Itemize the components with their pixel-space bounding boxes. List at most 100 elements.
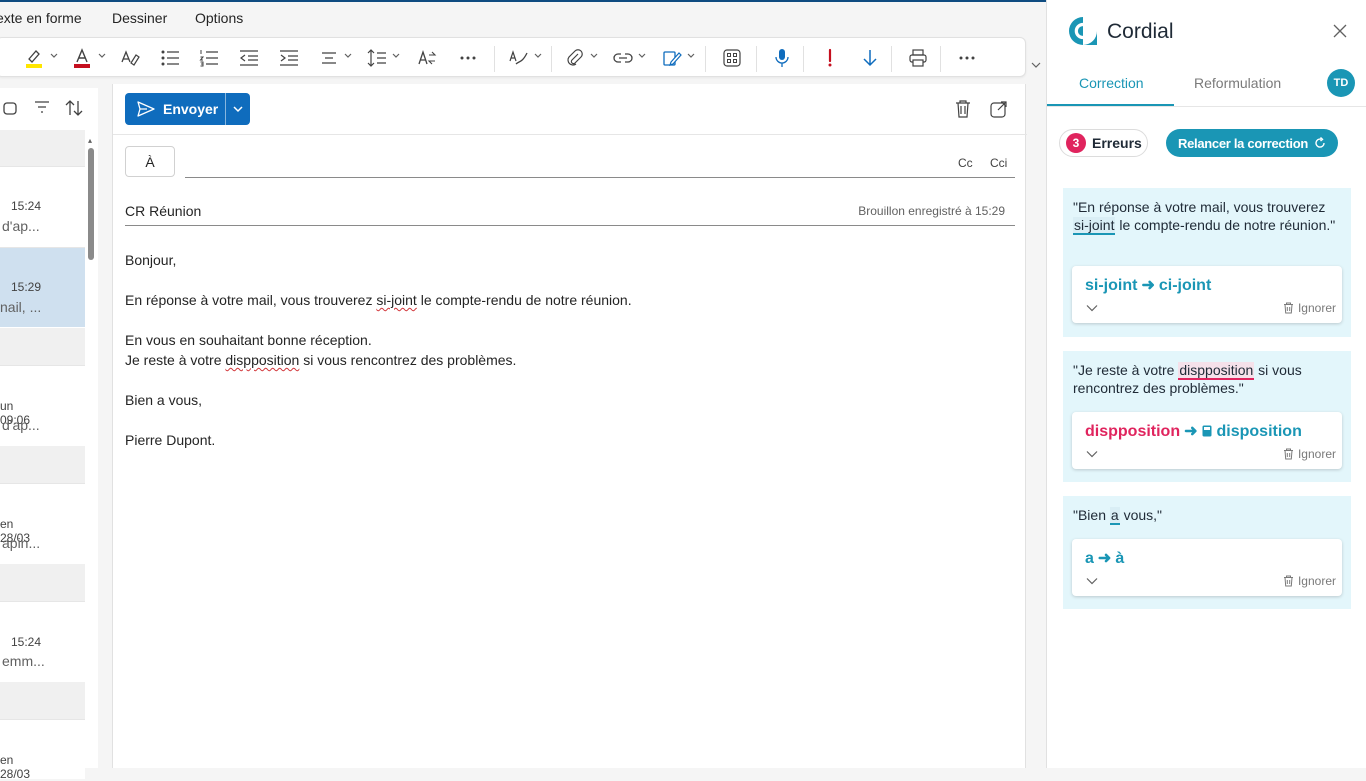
ribbon-toolbar	[0, 37, 1026, 77]
menu-draw[interactable]: Dessiner	[112, 10, 167, 26]
menu-options[interactable]: Options	[195, 10, 243, 26]
ribbon-divider	[494, 46, 495, 72]
cc-button[interactable]: Cc	[958, 156, 973, 170]
suggestion-box[interactable]: a ➜ à Ignorer	[1072, 539, 1342, 596]
subject-underline	[125, 225, 1015, 226]
styles-icon[interactable]	[416, 46, 438, 70]
apps-icon[interactable]	[721, 46, 743, 70]
chevron-down-icon[interactable]	[1086, 304, 1098, 312]
more-icon[interactable]	[457, 46, 479, 70]
ribbon-divider	[551, 46, 552, 72]
spelling-error[interactable]: si-joint	[376, 292, 416, 308]
chevron-down-icon[interactable]	[50, 52, 58, 60]
list-group-gap	[0, 446, 85, 483]
chevron-down-icon[interactable]	[534, 52, 542, 60]
to-field[interactable]	[185, 177, 1015, 178]
correction-card: "En réponse à votre mail, vous trouverez…	[1063, 188, 1351, 337]
trash-icon	[1283, 448, 1293, 460]
attach-icon[interactable]	[564, 46, 586, 70]
bullets-icon[interactable]	[159, 46, 181, 70]
list-item-preview: d'ap...	[2, 417, 40, 433]
ignore-button[interactable]: Ignorer	[1283, 301, 1336, 315]
chevron-down-icon[interactable]	[590, 52, 598, 60]
importance-icon[interactable]	[819, 46, 841, 70]
list-item-time: 15:29	[10, 280, 41, 294]
list-item-selected[interactable]: 15:29 nail, ...	[0, 247, 85, 327]
pop-out-icon[interactable]	[990, 100, 1008, 118]
send-button[interactable]: Envoyer	[125, 93, 225, 125]
signature-icon[interactable]	[661, 46, 683, 70]
body-signature: Pierre Dupont.	[125, 432, 216, 448]
dictate-icon[interactable]	[771, 46, 793, 70]
suggestion-text[interactable]: a ➜ à	[1085, 548, 1124, 568]
close-icon[interactable]	[1333, 24, 1347, 38]
rerun-correction-button[interactable]: Relancer la correction	[1166, 129, 1338, 157]
tab-correction[interactable]: Correction	[1079, 75, 1144, 91]
editor-icon[interactable]	[507, 46, 529, 70]
avatar[interactable]: TD	[1327, 69, 1355, 97]
list-item[interactable]: 15:24 d'ap...	[0, 166, 85, 246]
list-item-time: 15:24	[10, 635, 41, 649]
suggestion-text[interactable]: si-joint ➜ ci-joint	[1085, 275, 1211, 295]
chevron-down-icon[interactable]	[392, 52, 400, 60]
pane-divider	[98, 88, 112, 768]
body-line: En réponse à votre mail, vous trouverez …	[125, 292, 632, 308]
line-spacing-icon[interactable]	[366, 46, 388, 70]
outdent-icon[interactable]	[238, 46, 260, 70]
chevron-down-icon[interactable]	[1086, 450, 1098, 458]
list-item[interactable]: en 28/03	[0, 719, 85, 781]
overflow-icon[interactable]	[956, 46, 978, 70]
suggestion-box[interactable]: dispposition ➜ disposition Ignorer	[1072, 412, 1342, 469]
select-icon[interactable]	[2, 100, 18, 116]
clear-format-icon[interactable]	[119, 46, 141, 70]
dictionary-book-icon	[1202, 425, 1212, 437]
numbering-icon[interactable]	[198, 46, 220, 70]
message-list-scrollbar[interactable]	[88, 148, 94, 260]
list-item-time: en 28/03	[0, 753, 31, 781]
subject-field[interactable]: CR Réunion	[125, 203, 201, 219]
list-group-gap	[0, 564, 85, 601]
list-item[interactable]: en 28/03 apin...	[0, 483, 85, 563]
suggestion-box[interactable]: si-joint ➜ ci-joint Ignorer	[1072, 266, 1342, 323]
font-color-icon[interactable]	[71, 46, 93, 70]
menu-bar: exte en forme Dessiner Options	[0, 2, 1046, 32]
draft-saved-status: Brouillon enregistré à 15:29	[858, 204, 1005, 218]
error-label: Erreurs	[1092, 135, 1142, 151]
list-group-gap	[0, 682, 85, 719]
suggestion-text[interactable]: dispposition ➜ disposition	[1085, 421, 1302, 441]
list-group-gap	[0, 328, 85, 365]
scroll-up-arrow-icon[interactable]: ▴	[88, 136, 92, 145]
tab-reformulation[interactable]: Reformulation	[1194, 75, 1281, 91]
chevron-down-icon[interactable]	[98, 52, 106, 60]
low-importance-icon[interactable]	[859, 46, 881, 70]
ignore-button[interactable]: Ignorer	[1283, 574, 1336, 588]
link-icon[interactable]	[612, 46, 634, 70]
send-options-button[interactable]	[226, 93, 250, 125]
message-body[interactable]: Bonjour, En réponse à votre mail, vous t…	[125, 250, 632, 450]
filter-icon[interactable]	[34, 100, 50, 114]
to-button[interactable]: À	[125, 146, 175, 177]
list-item[interactable]: un 09:06 d'ap...	[0, 365, 85, 445]
ribbon-expand-chevron-icon[interactable]	[1030, 60, 1042, 70]
correction-card: "Bien a vous," a ➜ à Ignorer	[1063, 496, 1351, 609]
indent-icon[interactable]	[278, 46, 300, 70]
chevron-down-icon[interactable]	[638, 52, 646, 60]
bcc-button[interactable]: Cci	[990, 156, 1007, 170]
list-item-time: 15:24	[10, 199, 41, 213]
ignore-button[interactable]: Ignorer	[1283, 447, 1336, 461]
menu-format-text[interactable]: exte en forme	[0, 10, 82, 26]
message-list: 15:24 d'ap... 15:29 nail, ... un 09:06 d…	[0, 88, 100, 781]
chevron-down-icon[interactable]	[687, 52, 695, 60]
error-highlight: a	[1109, 507, 1120, 525]
ribbon-divider	[705, 46, 706, 72]
print-icon[interactable]	[907, 46, 929, 70]
message-list-toolbar	[0, 88, 100, 128]
chevron-down-icon[interactable]	[344, 52, 352, 60]
spelling-error[interactable]: dispposition	[225, 352, 299, 368]
align-icon[interactable]	[318, 46, 340, 70]
discard-trash-icon[interactable]	[955, 100, 971, 118]
highlight-icon[interactable]	[23, 46, 45, 70]
sort-icon[interactable]	[64, 99, 84, 117]
chevron-down-icon[interactable]	[1086, 577, 1098, 585]
list-item[interactable]: 15:24 emm...	[0, 601, 85, 681]
